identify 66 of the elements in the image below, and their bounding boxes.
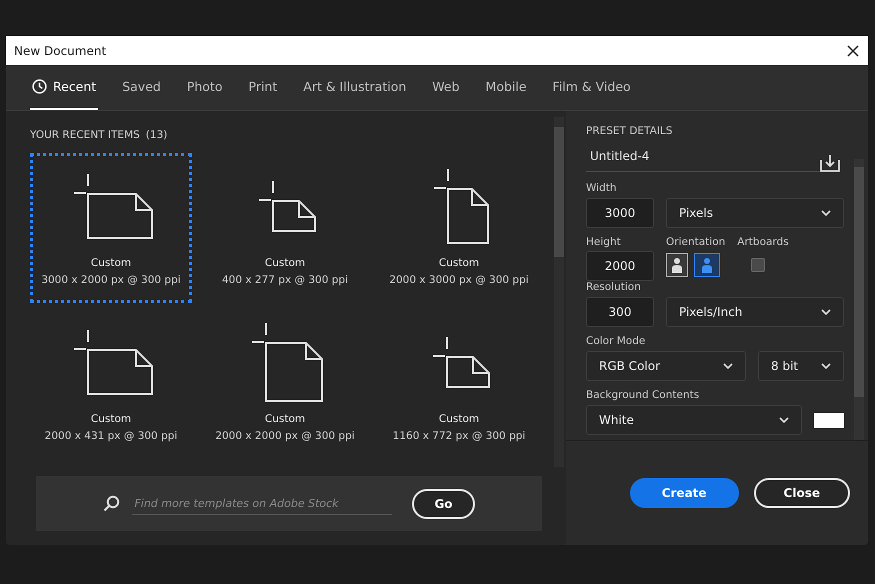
field-label: Color Mode — [586, 335, 646, 347]
artboards-checkbox[interactable] — [751, 258, 766, 272]
search-field[interactable]: Find more templates on Adobe Stock — [132, 492, 392, 514]
resolution-field[interactable]: 300 — [586, 297, 654, 327]
scrollbar[interactable] — [854, 159, 864, 440]
item-name: Custom — [90, 257, 132, 269]
search-icon — [103, 495, 120, 512]
tab[interactable]: Mobile — [484, 65, 529, 110]
tab[interactable]: Photo — [184, 65, 224, 110]
field-label: Background Contents — [586, 389, 700, 401]
tab[interactable]: Print — [246, 65, 280, 110]
document-name-field[interactable]: Untitled-4 — [586, 145, 820, 172]
item-name: Custom — [264, 257, 306, 269]
chevron-down-icon — [723, 363, 733, 369]
field-label: Artboards — [737, 236, 789, 248]
create-button[interactable]: Create — [630, 478, 739, 508]
recent-item[interactable]: Custom 2000 x 3000 px @ 300 ppi — [378, 153, 540, 303]
bit-depth-dropdown[interactable]: 8 bit — [758, 351, 844, 381]
portrait-button[interactable] — [666, 253, 688, 277]
item-size: 400 x 277 px @ 300 ppi — [222, 274, 348, 286]
person-icon — [701, 257, 713, 273]
section-heading: YOUR RECENT ITEMS — [30, 129, 140, 141]
close-icon[interactable] — [846, 44, 860, 58]
item-size: 2000 x 431 px @ 300 ppi — [44, 430, 178, 442]
recent-item[interactable]: Custom 2000 x 2000 px @ 300 ppi — [204, 309, 366, 459]
chevron-down-icon — [779, 417, 789, 423]
item-count: (13) — [146, 129, 168, 141]
section-heading: PRESET DETAILS — [586, 125, 674, 137]
recent-item[interactable]: Custom 400 x 277 px @ 300 ppi — [204, 153, 366, 303]
chevron-down-icon — [821, 210, 831, 216]
recent-item[interactable]: Custom 2000 x 431 px @ 300 ppi — [30, 309, 192, 459]
recent-item[interactable]: Custom 1160 x 772 px @ 300 ppi — [378, 309, 540, 459]
window-title: New Document — [14, 44, 106, 58]
landscape-button[interactable] — [694, 253, 720, 277]
save-preset-icon[interactable] — [820, 154, 840, 172]
item-size: 2000 x 2000 px @ 300 ppi — [215, 430, 355, 442]
background-dropdown[interactable]: White — [586, 405, 802, 435]
tab[interactable]: Film & Video — [550, 65, 633, 110]
unit-dropdown[interactable]: Pixels/Inch — [666, 297, 844, 327]
chevron-down-icon — [821, 309, 831, 315]
field-label: Resolution — [586, 281, 642, 293]
close-button[interactable]: Close — [754, 478, 850, 508]
item-size: 2000 x 3000 px @ 300 ppi — [389, 274, 529, 286]
color-mode-dropdown[interactable]: RGB Color — [586, 351, 746, 381]
field-label: Width — [586, 182, 618, 194]
go-button[interactable]: Go — [412, 488, 475, 518]
item-name: Custom — [264, 413, 306, 425]
item-size: 1160 x 772 px @ 300 ppi — [392, 430, 526, 442]
tab[interactable]: Saved — [120, 65, 163, 110]
field-label: Height — [586, 236, 622, 248]
field-label: Orientation — [666, 236, 726, 248]
chevron-down-icon — [821, 363, 831, 369]
unit-dropdown[interactable]: Pixels — [666, 198, 844, 228]
width-field[interactable]: 3000 — [586, 198, 654, 228]
item-name: Custom — [438, 257, 480, 269]
recent-item[interactable]: Custom 3000 x 2000 px @ 300 ppi — [30, 153, 192, 303]
item-size: 3000 x 2000 px @ 300 ppi — [41, 274, 181, 286]
scrollbar[interactable] — [554, 117, 564, 467]
item-name: Custom — [438, 413, 480, 425]
height-field[interactable]: 2000 — [586, 251, 654, 281]
tab[interactable]: Web — [430, 65, 462, 110]
color-swatch[interactable] — [814, 412, 844, 428]
tab[interactable]: Art & Illustration — [301, 65, 408, 110]
person-icon — [671, 257, 683, 273]
clock-icon — [32, 79, 47, 94]
item-name: Custom — [90, 413, 132, 425]
